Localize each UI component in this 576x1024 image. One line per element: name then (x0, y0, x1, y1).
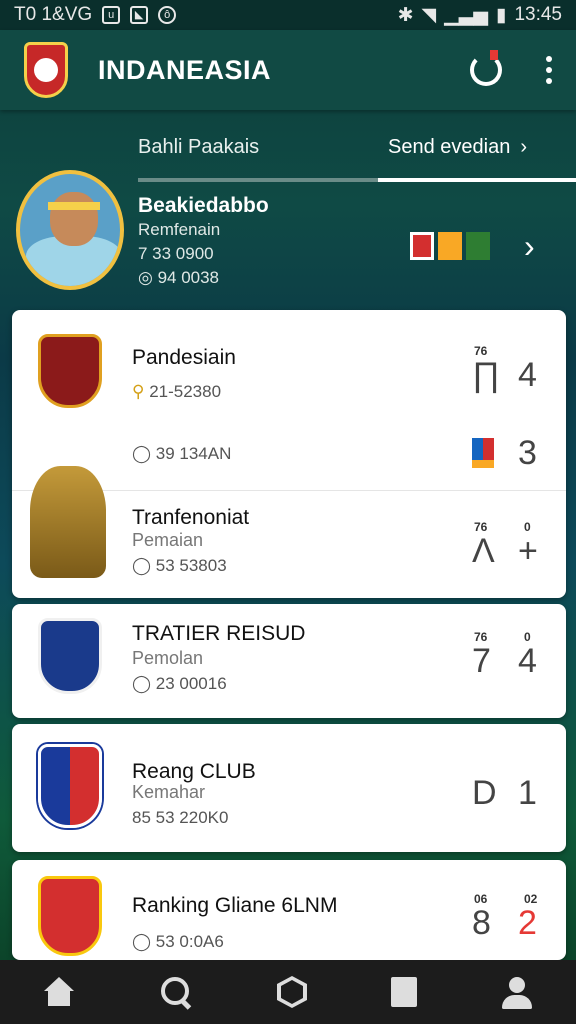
app-bar: INDANEASIA (0, 30, 576, 110)
card-meta-value: 23 00016 (155, 674, 227, 693)
score-big-right: 4 (518, 356, 537, 394)
hero-chevron-icon[interactable]: › (524, 228, 535, 265)
flag-yellow (438, 232, 462, 260)
flags (410, 232, 490, 260)
status-text: T0 1&VG (14, 4, 93, 25)
club-crest-icon (38, 876, 102, 956)
home-icon[interactable] (42, 975, 76, 1009)
score-big-right: 4 (518, 642, 537, 680)
wifi-icon: ◥ (421, 4, 437, 26)
card-meta-value: 53 0:0A6 (155, 932, 224, 951)
trophy-icon (30, 466, 106, 578)
status-left: T0 1&VG u ◣ ô (14, 4, 177, 26)
card-meta: ◯ 53 53803 (132, 556, 227, 576)
battery-icon: ▮ (495, 4, 507, 26)
user-icon[interactable] (500, 975, 534, 1009)
chevron-right-icon: › (520, 136, 527, 158)
tab-right-label: Send evedian (388, 136, 511, 158)
refresh-icon[interactable] (470, 50, 502, 86)
card-meta: ◯ 23 00016 (132, 674, 227, 694)
image-icon: ◣ (130, 6, 149, 24)
player-stat-2: ◎ 94 0038 (138, 268, 220, 287)
score-big-right: 1 (518, 774, 537, 812)
square-icon[interactable] (390, 977, 417, 1007)
status-time: 13:45 (514, 4, 562, 25)
player-stat-1: 7 33 0900 (138, 244, 214, 263)
match-card[interactable]: Pandesiain ⚲ 21-52380 76 ∏ 4 ◯ 39 134AN … (12, 310, 566, 598)
player-name: Beakiedabbo (138, 194, 269, 217)
tab-indicator (378, 178, 576, 182)
shield-icon: ◯ (132, 932, 152, 951)
hexagon-icon[interactable] (276, 976, 307, 1008)
player-stat-2-value: 94 0038 (157, 268, 220, 287)
card-title: Reang CLUB (132, 760, 256, 783)
shield-icon: ◯ (132, 444, 152, 463)
tab-left[interactable]: Bahli Paakais (138, 136, 259, 159)
flag-red (410, 232, 434, 260)
card-meta-value: 21-52380 (149, 382, 222, 401)
shield-icon: ◯ (132, 674, 152, 693)
search-icon[interactable] (159, 975, 193, 1009)
card-meta: ⚲ 21-52380 (132, 382, 221, 402)
score-big-right: + (518, 532, 538, 570)
card-row2-value: 39 134AN (155, 444, 232, 463)
match-card[interactable]: TRATIER REISUD Pemolan ◯ 23 00016 76 0 7… (12, 604, 566, 718)
status-bar: T0 1&VG u ◣ ô ✱ ◥ ▁▃▅ ▮ 13:45 (0, 0, 576, 30)
lock-icon: ⚲ (132, 382, 145, 401)
notification-icon: u (102, 6, 121, 24)
score-big-right: 2 (518, 904, 537, 942)
card-meta-value: 53 53803 (155, 556, 227, 575)
card-meta-value: 53 220K0 (155, 808, 229, 827)
card-row2-score: 3 (518, 434, 537, 472)
card-meta-prefix: 85 (132, 808, 151, 827)
app-title: INDANEASIA (98, 54, 272, 85)
score-big-left: Λ (472, 532, 495, 570)
tab-progress-bar (138, 178, 576, 182)
card-title: Tranfenoniat (132, 506, 250, 529)
more-options-icon[interactable] (546, 56, 552, 84)
hero-section: Bahli Paakais Send evedian › Beakiedabbo… (0, 110, 576, 310)
card-subtitle: Pemolan (132, 648, 204, 668)
signal-icon: ▁▃▅ (444, 4, 488, 26)
card-meta: 85 53 220K0 (132, 808, 228, 828)
card-subtitle: Kemahar (132, 782, 206, 802)
bottom-nav (0, 960, 576, 1024)
flag-green (466, 232, 490, 260)
club-crest-icon (38, 334, 102, 408)
match-card[interactable]: Ranking Gliane 6LNM ◯ 53 0:0A6 06 02 8 2 (12, 860, 566, 960)
score-big-left: D (472, 774, 497, 812)
alert-icon: ô (158, 6, 177, 24)
card-title: TRATIER REISUD (132, 622, 306, 645)
score-big-left: ∏ (472, 356, 500, 394)
player-subtitle: Remfenain (138, 220, 221, 239)
club-crest-icon (38, 744, 102, 828)
app-actions (470, 50, 552, 86)
bluetooth-icon: ✱ (397, 4, 414, 26)
card-title: Pandesiain (132, 346, 236, 369)
match-card[interactable]: Reang CLUB Kemahar 85 53 220K0 D 1 (12, 724, 566, 852)
club-crest-icon (38, 618, 102, 694)
card-title: Ranking Gliane 6LNM (132, 894, 338, 917)
card-meta: ◯ 53 0:0A6 (132, 932, 224, 952)
flag-icon (472, 438, 494, 468)
club-logo-icon (24, 42, 68, 98)
player-avatar[interactable] (16, 170, 124, 290)
tab-right[interactable]: Send evedian › (388, 136, 527, 159)
score-big-left: 7 (472, 642, 491, 680)
shield-icon: ◯ (132, 556, 152, 575)
card-row2-meta: ◯ 39 134AN (132, 444, 231, 464)
score-big-left: 8 (472, 904, 491, 942)
status-right: ✱ ◥ ▁▃▅ ▮ 13:45 (398, 4, 562, 27)
card-subtitle: Pemaian (132, 530, 204, 550)
